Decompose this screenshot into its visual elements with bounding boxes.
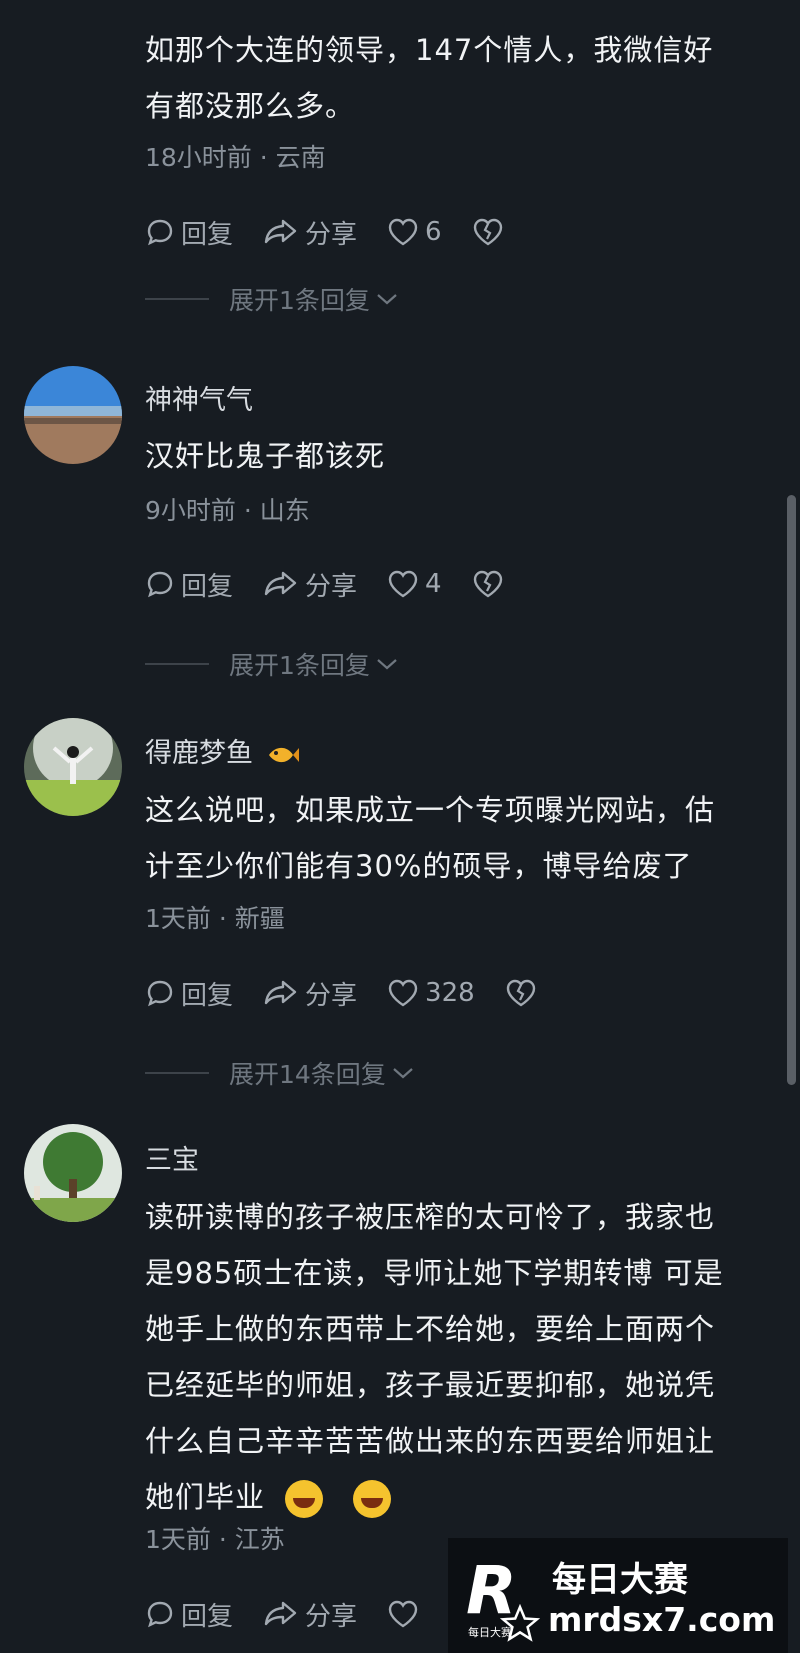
comment-meta: 9小时前 · 山东 — [145, 496, 310, 525]
share-button[interactable]: 分享 — [263, 566, 357, 603]
comment-actions: 回复 分享 — [145, 1594, 455, 1634]
comment-author[interactable]: 得鹿梦鱼 — [145, 731, 300, 770]
reply-button[interactable]: 回复 — [145, 566, 233, 603]
dislike-button[interactable] — [472, 217, 510, 247]
fish-badge-icon — [268, 747, 299, 762]
like-button[interactable]: 4 — [387, 569, 442, 599]
broken-heart-icon — [473, 218, 502, 246]
reply-button[interactable]: 回复 — [145, 214, 233, 251]
comment-text: 这么说吧，如果成立一个专项曝光网站，估 计至少你们能有30%的硕导，博导给废了 — [145, 793, 716, 883]
expand-replies-button[interactable]: 展开1条回复 — [145, 646, 400, 682]
chevron-down-icon — [393, 1068, 413, 1079]
reply-button[interactable]: 回复 — [145, 975, 233, 1012]
comment-meta: 1天前 · 江苏 — [145, 1525, 285, 1554]
crying-laughing-emoji-icon — [353, 1480, 392, 1518]
crying-laughing-emoji-icon — [285, 1480, 324, 1518]
watermark-small-text: 每日大赛 — [468, 1626, 512, 1639]
share-button[interactable]: 分享 — [263, 1596, 357, 1633]
like-button[interactable]: 328 — [387, 978, 475, 1008]
expand-replies-button[interactable]: 展开14条回复 — [145, 1055, 416, 1091]
broken-heart-icon — [473, 570, 502, 598]
like-button[interactable] — [387, 1599, 425, 1629]
share-arrow-icon — [264, 571, 297, 596]
chevron-down-icon — [377, 659, 397, 670]
comment-actions: 回复 分享 6 — [145, 212, 540, 252]
heart-icon — [388, 570, 418, 598]
share-button[interactable]: 分享 — [263, 975, 357, 1012]
comment-bubble-icon — [147, 219, 173, 246]
avatar[interactable] — [24, 366, 122, 464]
dislike-button[interactable] — [505, 978, 543, 1008]
comment-text: 如那个大连的领导，147个情人，我微信好 有都没那么多。 — [145, 33, 714, 123]
comment-bubble-icon — [147, 1601, 173, 1628]
heart-icon — [388, 979, 418, 1007]
comment-meta: 1天前 · 新疆 — [145, 904, 285, 933]
heart-icon — [388, 1600, 418, 1628]
watermark: R 每日大赛 mrdsx7.com 每日大赛 — [448, 1538, 788, 1653]
like-button[interactable]: 6 — [387, 217, 442, 247]
comment-author[interactable]: 三宝 — [145, 1138, 199, 1177]
share-arrow-icon — [264, 980, 297, 1005]
avatar[interactable] — [24, 1124, 122, 1222]
comment-author[interactable]: 神神气气 — [145, 378, 253, 417]
divider-line — [145, 298, 209, 300]
watermark-url: mrdsx7.com — [548, 1600, 776, 1639]
share-arrow-icon — [264, 1601, 297, 1626]
comment-bubble-icon — [147, 571, 173, 598]
divider-line — [145, 1072, 209, 1074]
divider-line — [145, 663, 209, 665]
broken-heart-icon — [506, 979, 535, 1007]
chevron-down-icon — [377, 294, 397, 305]
watermark-name: 每日大赛 — [552, 1560, 688, 1600]
avatar[interactable] — [24, 718, 122, 816]
comment-bubble-icon — [147, 980, 173, 1007]
reply-button[interactable]: 回复 — [145, 1596, 233, 1633]
dislike-button[interactable] — [472, 569, 510, 599]
share-arrow-icon — [264, 219, 297, 244]
comment-text: 读研读博的孩子被压榨的太可怜了，我家也 是985硕士在读，导师让她下学期转博 可… — [145, 1189, 765, 1525]
scrollbar[interactable] — [787, 495, 796, 1085]
share-button[interactable]: 分享 — [263, 214, 357, 251]
heart-icon — [388, 218, 418, 246]
comment-text: 汉奸比鬼子都该死 — [145, 439, 386, 473]
comment-meta: 18小时前 · 云南 — [145, 143, 326, 172]
comment-actions: 回复 分享 328 — [145, 973, 573, 1013]
comment-actions: 回复 分享 4 — [145, 564, 540, 604]
expand-replies-button[interactable]: 展开1条回复 — [145, 281, 400, 317]
